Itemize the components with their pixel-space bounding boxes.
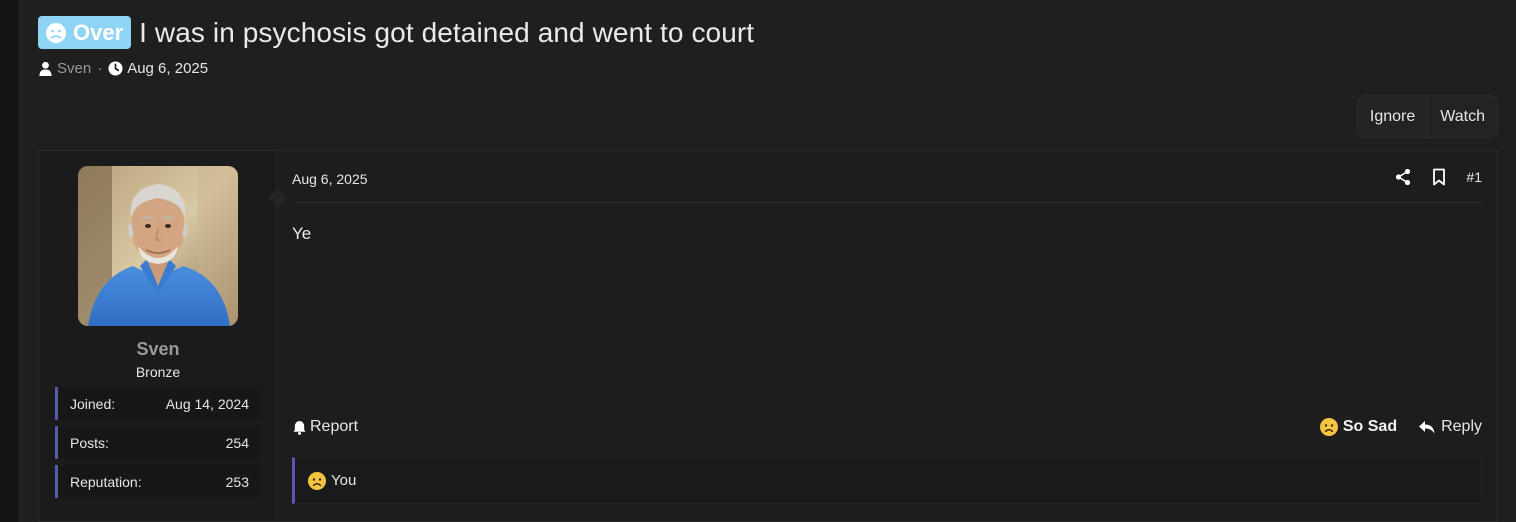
thread-title-row: Over I was in psychosis got detained and… xyxy=(38,16,754,49)
stat-label: Posts: xyxy=(70,434,109,451)
left-edge-strip xyxy=(0,0,18,522)
thread-prefix-label: Over xyxy=(73,19,124,45)
thread-actions: Ignore Watch xyxy=(1356,95,1498,138)
user-icon xyxy=(39,61,52,76)
post-content: Aug 6, 2025 #1 Ye Report So Sad Reply Yo… xyxy=(277,151,1497,521)
post-header: Aug 6, 2025 #1 xyxy=(292,165,1482,203)
thread-start-date[interactable]: Aug 6, 2025 xyxy=(127,60,208,77)
reaction-label: So Sad xyxy=(1342,418,1398,435)
thread-page: Over I was in psychosis got detained and… xyxy=(18,0,1516,522)
sad-emoji-icon xyxy=(308,471,326,490)
user-name-link[interactable]: Sven xyxy=(39,339,277,360)
post-footer: Report So Sad Reply xyxy=(292,417,1482,437)
thread-title: I was in psychosis got detained and went… xyxy=(139,16,755,48)
post-date-link[interactable]: Aug 6, 2025 xyxy=(292,165,368,187)
stat-value: Aug 14, 2024 xyxy=(165,395,249,412)
post-footer-actions: So Sad Reply xyxy=(1319,417,1482,437)
ignore-button[interactable]: Ignore xyxy=(1358,96,1427,137)
reactions-bar[interactable]: You xyxy=(292,457,1482,504)
watch-button[interactable]: Watch xyxy=(1427,96,1497,137)
user-sidebar: Sven Bronze Joined: Aug 14, 2024 Posts: … xyxy=(39,151,288,521)
post-tools: #1 xyxy=(1394,165,1482,186)
sad-emoji-icon xyxy=(1319,418,1338,436)
user-title: Bronze xyxy=(135,364,181,380)
thread-prefix-badge[interactable]: Over xyxy=(38,16,132,49)
clock-icon xyxy=(108,61,123,76)
report-button[interactable]: Report xyxy=(292,418,358,436)
avatar[interactable] xyxy=(78,166,238,326)
stat-label: Reputation: xyxy=(70,473,142,490)
reply-label: Reply xyxy=(1441,418,1482,435)
stat-joined: Joined: Aug 14, 2024 xyxy=(55,387,261,420)
stat-value: 253 xyxy=(225,473,249,490)
user-stats: Joined: Aug 14, 2024 Posts: 254 Reputati… xyxy=(55,387,261,504)
bell-icon xyxy=(293,420,306,435)
report-label: Report xyxy=(310,418,359,435)
reply-button[interactable]: Reply xyxy=(1417,417,1482,437)
stat-value[interactable]: 254 xyxy=(226,435,249,451)
thread-author-link[interactable]: Sven xyxy=(57,60,91,77)
share-icon[interactable] xyxy=(1394,168,1412,186)
post-body: Ye xyxy=(292,224,312,243)
reply-arrow-icon xyxy=(1419,421,1435,434)
reactions-summary: You xyxy=(331,472,357,489)
stat-posts: Posts: 254 xyxy=(55,426,261,459)
stat-label: Joined: xyxy=(70,395,116,412)
sad-face-icon xyxy=(46,22,66,43)
bookmark-icon[interactable] xyxy=(1430,168,1448,186)
reaction-button[interactable]: So Sad xyxy=(1319,417,1397,437)
post-message: Sven Bronze Joined: Aug 14, 2024 Posts: … xyxy=(38,150,1498,522)
meta-separator: · xyxy=(97,60,103,77)
avatar-image xyxy=(78,166,238,326)
thread-meta: Sven · Aug 6, 2025 xyxy=(38,60,208,77)
stat-reputation: Reputation: 253 xyxy=(55,465,261,498)
post-number-link[interactable]: #1 xyxy=(1466,169,1482,185)
